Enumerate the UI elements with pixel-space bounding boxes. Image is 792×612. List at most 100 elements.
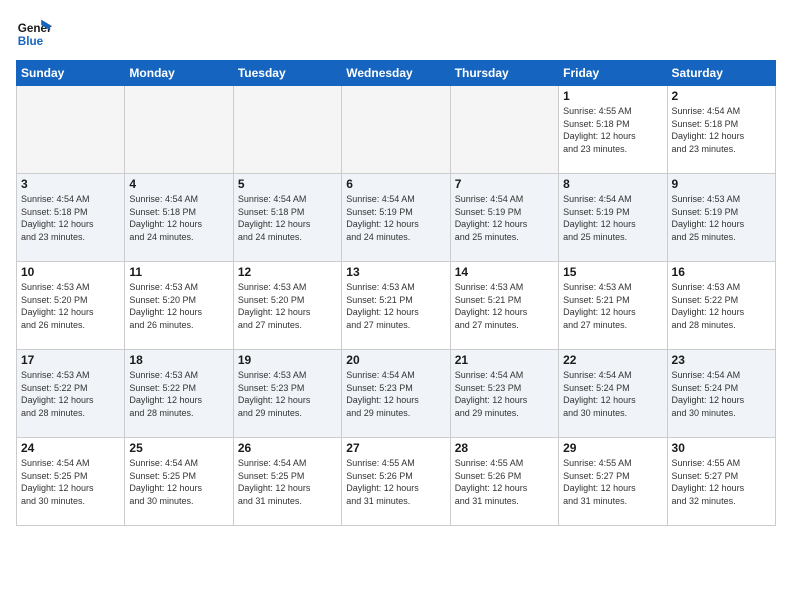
day-info: Sunrise: 4:53 AMSunset: 5:23 PMDaylight:…: [238, 369, 337, 419]
day-number: 29: [563, 441, 662, 455]
day-number: 10: [21, 265, 120, 279]
day-info: Sunrise: 4:55 AMSunset: 5:18 PMDaylight:…: [563, 105, 662, 155]
calendar-cell: 14 Sunrise: 4:53 AMSunset: 5:21 PMDayligh…: [450, 262, 558, 350]
header: GeneralBlue: [16, 16, 776, 52]
day-number: 3: [21, 177, 120, 191]
day-info: Sunrise: 4:55 AMSunset: 5:27 PMDaylight:…: [563, 457, 662, 507]
day-info: Sunrise: 4:53 AMSunset: 5:22 PMDaylight:…: [672, 281, 771, 331]
col-header-thursday: Thursday: [450, 61, 558, 86]
calendar-cell: 16 Sunrise: 4:53 AMSunset: 5:22 PMDayligh…: [667, 262, 775, 350]
col-header-sunday: Sunday: [17, 61, 125, 86]
day-number: 2: [672, 89, 771, 103]
day-info: Sunrise: 4:54 AMSunset: 5:25 PMDaylight:…: [129, 457, 228, 507]
day-number: 9: [672, 177, 771, 191]
day-number: 20: [346, 353, 445, 367]
calendar-cell: 20Sunrise: 4:54 AMSunset: 5:23 PMDayligh…: [342, 350, 450, 438]
calendar-cell: 4Sunrise: 4:54 AMSunset: 5:18 PMDaylight…: [125, 174, 233, 262]
calendar-cell: 22 Sunrise: 4:54 AMSunset: 5:24 PMDayligh…: [559, 350, 667, 438]
calendar-cell: 21 Sunrise: 4:54 AMSunset: 5:23 PMDayligh…: [450, 350, 558, 438]
calendar-cell: 30 Sunrise: 4:55 AMSunset: 5:27 PMDayligh…: [667, 438, 775, 526]
calendar-cell: 11Sunrise: 4:53 AMSunset: 5:20 PMDayligh…: [125, 262, 233, 350]
day-info: Sunrise: 4:53 AMSunset: 5:20 PMDaylight:…: [238, 281, 337, 331]
day-number: 12: [238, 265, 337, 279]
day-number: 17: [21, 353, 120, 367]
calendar-cell: 28 Sunrise: 4:55 AMSunset: 5:26 PMDayligh…: [450, 438, 558, 526]
day-number: 13: [346, 265, 445, 279]
calendar-cell: [342, 86, 450, 174]
day-number: 24: [21, 441, 120, 455]
day-number: 22: [563, 353, 662, 367]
calendar-cell: [125, 86, 233, 174]
calendar-cell: 18Sunrise: 4:53 AMSunset: 5:22 PMDayligh…: [125, 350, 233, 438]
calendar-cell: 2 Sunrise: 4:54 AMSunset: 5:18 PMDaylight…: [667, 86, 775, 174]
calendar-cell: 19 Sunrise: 4:53 AMSunset: 5:23 PMDayligh…: [233, 350, 341, 438]
calendar-cell: 7Sunrise: 4:54 AMSunset: 5:19 PMDaylight…: [450, 174, 558, 262]
day-info: Sunrise: 4:53 AMSunset: 5:19 PMDaylight:…: [672, 193, 771, 243]
day-number: 14: [455, 265, 554, 279]
calendar-cell: [450, 86, 558, 174]
day-info: Sunrise: 4:54 AMSunset: 5:19 PMDaylight:…: [346, 193, 445, 243]
day-number: 5: [238, 177, 337, 191]
calendar-cell: 24 Sunrise: 4:54 AMSunset: 5:25 PMDayligh…: [17, 438, 125, 526]
calendar-cell: 29 Sunrise: 4:55 AMSunset: 5:27 PMDayligh…: [559, 438, 667, 526]
day-number: 1: [563, 89, 662, 103]
calendar-week-row: 24 Sunrise: 4:54 AMSunset: 5:25 PMDayligh…: [17, 438, 776, 526]
day-info: Sunrise: 4:53 AMSunset: 5:22 PMDaylight:…: [129, 369, 228, 419]
calendar-week-row: 1 Sunrise: 4:55 AMSunset: 5:18 PMDaylight…: [17, 86, 776, 174]
calendar-week-row: 10 Sunrise: 4:53 AMSunset: 5:20 PMDayligh…: [17, 262, 776, 350]
day-number: 19: [238, 353, 337, 367]
day-number: 7: [455, 177, 554, 191]
day-number: 21: [455, 353, 554, 367]
day-info: Sunrise: 4:53 AMSunset: 5:20 PMDaylight:…: [21, 281, 120, 331]
calendar-cell: [233, 86, 341, 174]
day-info: Sunrise: 4:54 AMSunset: 5:18 PMDaylight:…: [672, 105, 771, 155]
day-number: 30: [672, 441, 771, 455]
day-number: 6: [346, 177, 445, 191]
day-number: 28: [455, 441, 554, 455]
day-info: Sunrise: 4:54 AMSunset: 5:18 PMDaylight:…: [21, 193, 120, 243]
day-info: Sunrise: 4:54 AMSunset: 5:19 PMDaylight:…: [563, 193, 662, 243]
day-number: 23: [672, 353, 771, 367]
col-header-tuesday: Tuesday: [233, 61, 341, 86]
calendar-cell: 6 Sunrise: 4:54 AMSunset: 5:19 PMDaylight…: [342, 174, 450, 262]
day-number: 27: [346, 441, 445, 455]
day-info: Sunrise: 4:55 AMSunset: 5:26 PMDaylight:…: [346, 457, 445, 507]
day-info: Sunrise: 4:54 AMSunset: 5:24 PMDaylight:…: [672, 369, 771, 419]
calendar-cell: 15Sunrise: 4:53 AMSunset: 5:21 PMDayligh…: [559, 262, 667, 350]
logo: GeneralBlue: [16, 16, 52, 52]
calendar-cell: 12 Sunrise: 4:53 AMSunset: 5:20 PMDayligh…: [233, 262, 341, 350]
day-info: Sunrise: 4:53 AMSunset: 5:22 PMDaylight:…: [21, 369, 120, 419]
calendar-cell: 17 Sunrise: 4:53 AMSunset: 5:22 PMDayligh…: [17, 350, 125, 438]
day-number: 15: [563, 265, 662, 279]
col-header-friday: Friday: [559, 61, 667, 86]
calendar-cell: 26 Sunrise: 4:54 AMSunset: 5:25 PMDayligh…: [233, 438, 341, 526]
calendar-cell: 27 Sunrise: 4:55 AMSunset: 5:26 PMDayligh…: [342, 438, 450, 526]
calendar-cell: 13 Sunrise: 4:53 AMSunset: 5:21 PMDayligh…: [342, 262, 450, 350]
calendar-cell: 8Sunrise: 4:54 AMSunset: 5:19 PMDaylight…: [559, 174, 667, 262]
day-info: Sunrise: 4:55 AMSunset: 5:26 PMDaylight:…: [455, 457, 554, 507]
day-number: 16: [672, 265, 771, 279]
calendar-week-row: 17 Sunrise: 4:53 AMSunset: 5:22 PMDayligh…: [17, 350, 776, 438]
day-info: Sunrise: 4:53 AMSunset: 5:21 PMDaylight:…: [346, 281, 445, 331]
day-info: Sunrise: 4:54 AMSunset: 5:25 PMDaylight:…: [21, 457, 120, 507]
calendar-cell: 9 Sunrise: 4:53 AMSunset: 5:19 PMDaylight…: [667, 174, 775, 262]
calendar-cell: [17, 86, 125, 174]
day-number: 11: [129, 265, 228, 279]
calendar-cell: 5 Sunrise: 4:54 AMSunset: 5:18 PMDaylight…: [233, 174, 341, 262]
col-header-wednesday: Wednesday: [342, 61, 450, 86]
day-info: Sunrise: 4:54 AMSunset: 5:24 PMDaylight:…: [563, 369, 662, 419]
calendar-week-row: 3 Sunrise: 4:54 AMSunset: 5:18 PMDaylight…: [17, 174, 776, 262]
day-info: Sunrise: 4:54 AMSunset: 5:18 PMDaylight:…: [129, 193, 228, 243]
day-info: Sunrise: 4:53 AMSunset: 5:21 PMDaylight:…: [455, 281, 554, 331]
calendar-cell: 1 Sunrise: 4:55 AMSunset: 5:18 PMDaylight…: [559, 86, 667, 174]
day-info: Sunrise: 4:54 AMSunset: 5:18 PMDaylight:…: [238, 193, 337, 243]
calendar-cell: 23 Sunrise: 4:54 AMSunset: 5:24 PMDayligh…: [667, 350, 775, 438]
logo-icon: GeneralBlue: [16, 16, 52, 52]
day-info: Sunrise: 4:54 AMSunset: 5:23 PMDaylight:…: [455, 369, 554, 419]
day-info: Sunrise: 4:54 AMSunset: 5:25 PMDaylight:…: [238, 457, 337, 507]
calendar-header-row: SundayMondayTuesdayWednesdayThursdayFrid…: [17, 61, 776, 86]
calendar-table: SundayMondayTuesdayWednesdayThursdayFrid…: [16, 60, 776, 526]
day-info: Sunrise: 4:55 AMSunset: 5:27 PMDaylight:…: [672, 457, 771, 507]
col-header-monday: Monday: [125, 61, 233, 86]
day-number: 26: [238, 441, 337, 455]
